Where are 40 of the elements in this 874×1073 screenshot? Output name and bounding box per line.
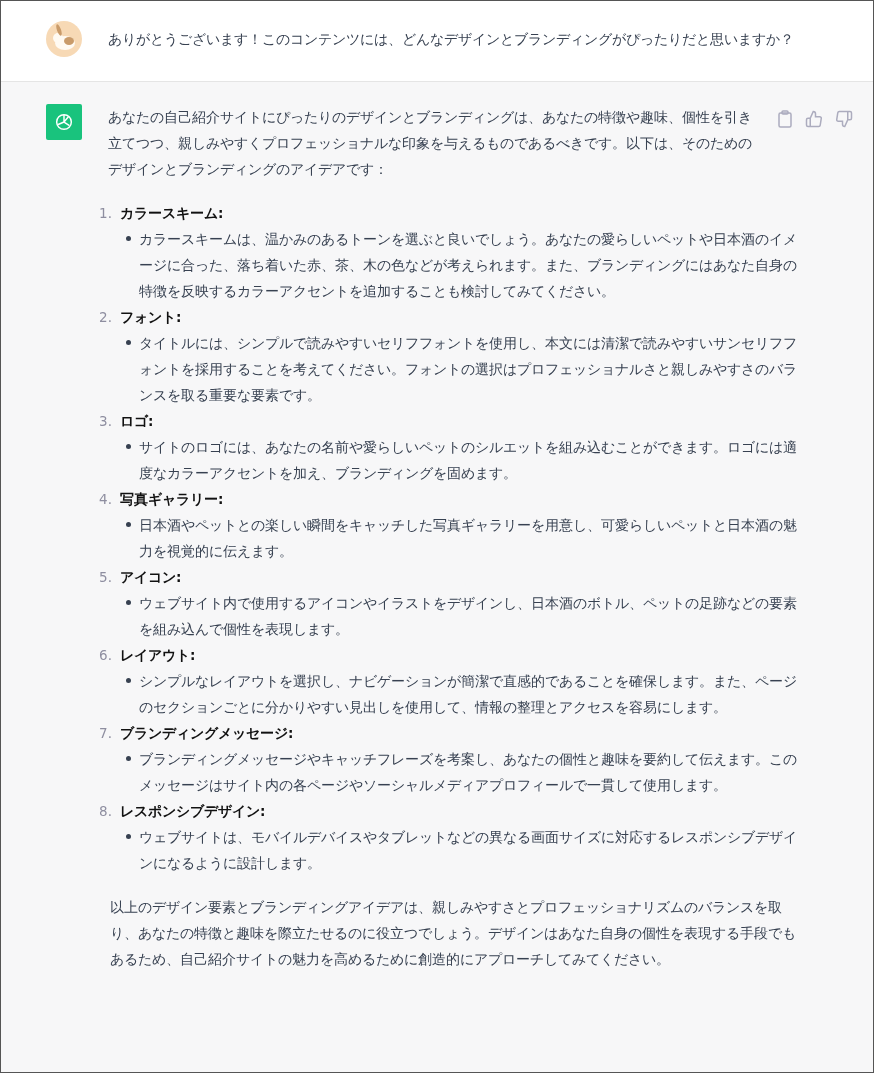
list-number: 2. — [98, 308, 112, 327]
clipboard-icon[interactable] — [777, 110, 793, 128]
list-number: 7. — [98, 724, 112, 743]
bullet-text: サイトのロゴには、あなたの名前や愛らしいペットのシルエットを組み込むことができます。ロゴには適度なカラーアクセントを加え、ブランディングを固めます。 — [139, 438, 798, 483]
bullet-text: ウェブサイト内で使用するアイコンやイラストをデザインし、日本酒のボトル、ペットの足跡などの要素を組み込んで個性を表現します。 — [139, 594, 798, 639]
list-number: 3. — [98, 412, 112, 431]
list-number: 5. — [98, 568, 112, 587]
list-number: 1. — [98, 204, 112, 223]
list-number: 8. — [98, 802, 112, 821]
item-title: 写真ギャラリー: — [120, 490, 224, 509]
conclusion-paragraph: 以上のデザイン要素とブランディングアイデアは、親しみやすさとプロフェッショナリズムのバランスを取り、あなたの特徴と趣味を際立たせるのに役立つでしょう。デザインはあなた自身の個性を表現する手段でもあるため、自己紹介サイトの魅力を高めるために創造的にアプローチしてみてください。 — [110, 898, 797, 969]
bullet-icon — [126, 340, 131, 345]
item-title: アイコン: — [120, 568, 182, 587]
user-avatar — [46, 21, 82, 57]
bullet-icon — [126, 600, 131, 605]
user-message: ありがとうございます！このコンテンツには、どんなデザインとブランディングがぴったりだと思いますか？ — [108, 30, 794, 49]
intro-paragraph: あなたの自己紹介サイトにぴったりのデザインとブランディングは、あなたの特徴や趣味、個性を引き立てつつ、親しみやすくプロフェッショナルな印象を与えるものであるべきです。以下は、そのためのデザインとブランディングのアイデアです： — [108, 108, 753, 179]
bullet-text: カラースキームは、温かみのあるトーンを選ぶと良いでしょう。あなたの愛らしいペットや日本酒のイメージに合った、落ち着いた赤、茶、木の色などが考えられます。また、ブランディングにはあなた自身の特徴を反映するカラーアクセントを追加することも検討してみてください。 — [139, 230, 798, 301]
bullet-icon — [126, 444, 131, 449]
item-title: フォント: — [120, 308, 182, 327]
item-title: カラースキーム: — [120, 204, 224, 223]
bullet-text: ブランディングメッセージやキャッチフレーズを考案し、あなたの個性と趣味を要約して伝えます。このメッセージはサイト内の各ページやソーシャルメディアプロフィールで一貫して使用します。 — [139, 750, 798, 795]
item-title: ブランディングメッセージ: — [120, 724, 294, 743]
bullet-icon — [126, 236, 131, 241]
assistant-logo-icon — [46, 104, 82, 140]
bullet-text: 日本酒やペットとの楽しい瞬間をキャッチした写真ギャラリーを用意し、可愛らしいペットと日本酒の魅力を視覚的に伝えます。 — [139, 516, 798, 561]
bullet-text: ウェブサイトは、モバイルデバイスやタブレットなどの異なる画面サイズに対応するレスポンシブデザインになるように設計します。 — [139, 828, 798, 873]
bullet-icon — [126, 678, 131, 683]
bullet-icon — [126, 756, 131, 761]
item-title: ロゴ: — [120, 412, 154, 431]
thumbs-up-icon[interactable] — [805, 110, 823, 128]
item-title: レイアウト: — [120, 646, 196, 665]
bullet-text: タイトルには、シンプルで読みやすいセリフフォントを使用し、本文には清潔で読みやすいサンセリフフォントを採用することを考えてください。フォントの選択はプロフェッショナルさと親しみやすさのバランスを取る重要な要素です。 — [139, 334, 798, 405]
thumbs-down-icon[interactable] — [835, 110, 853, 128]
bullet-icon — [126, 522, 131, 527]
bullet-text: シンプルなレイアウトを選択し、ナビゲーションが簡潔で直感的であることを確保します。また、ページのセクションごとに分かりやすい見出しを使用して、情報の整理とアクセスを容易にします。 — [139, 672, 798, 717]
bullet-icon — [126, 834, 131, 839]
item-title: レスポンシブデザイン: — [120, 802, 266, 821]
list-number: 4. — [98, 490, 112, 509]
list-number: 6. — [98, 646, 112, 665]
